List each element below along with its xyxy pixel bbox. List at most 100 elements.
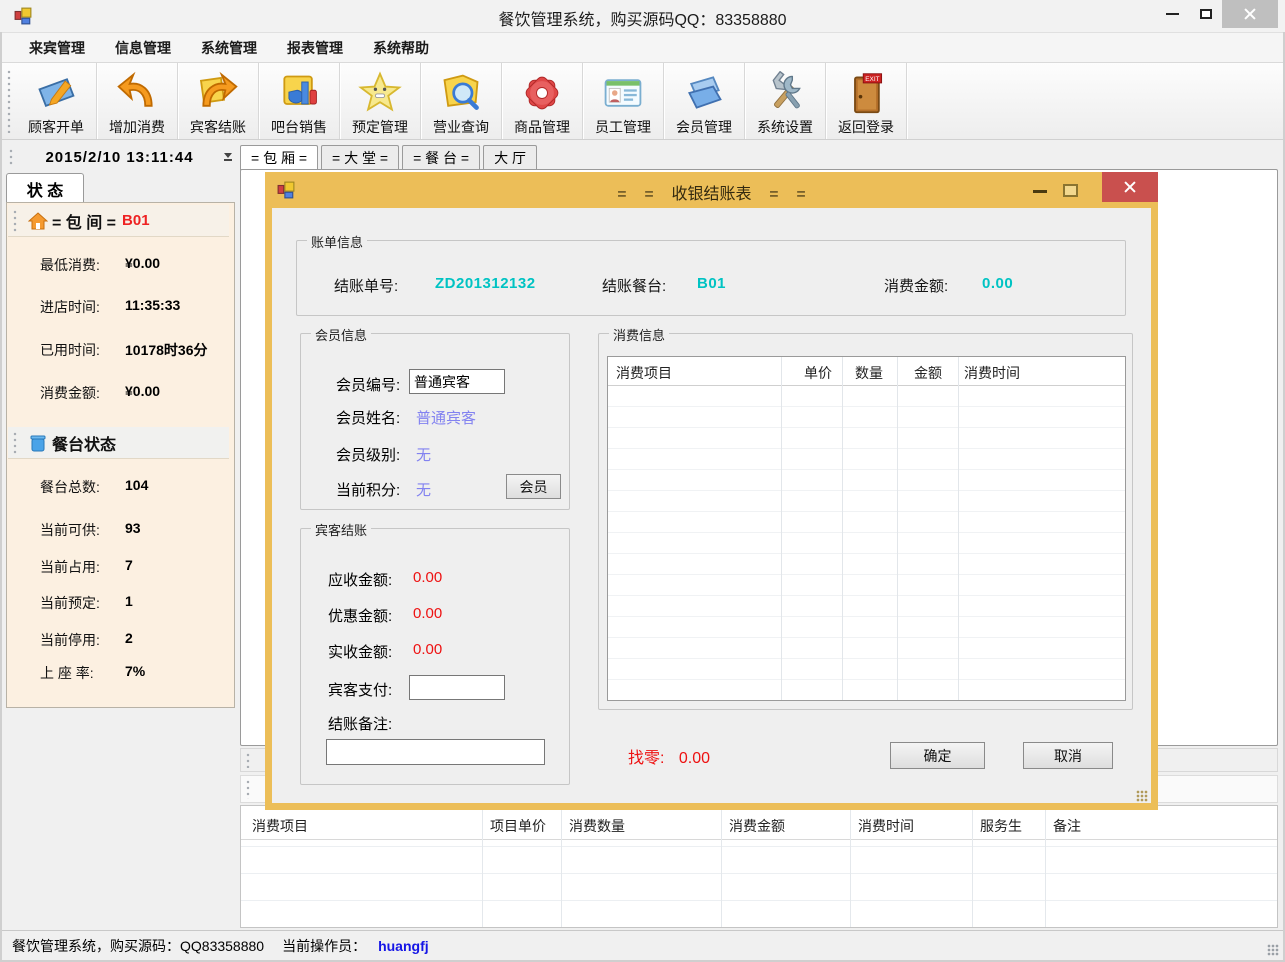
toolbar-business-query-button[interactable]: 营业查询	[421, 63, 502, 139]
stat-row: 当前占用: 7	[7, 557, 232, 577]
stat-label: 进店时间:	[40, 297, 100, 317]
grid-header-amount[interactable]: 消费金额	[729, 816, 785, 836]
tab-private-room[interactable]: = 包 厢 =	[240, 145, 318, 170]
toolbar-open-order-button[interactable]: 顾客开单	[16, 63, 97, 139]
member-button[interactable]: 会员	[506, 474, 561, 499]
minimize-button[interactable]	[1155, 0, 1189, 28]
member-info-legend: 会员信息	[311, 325, 371, 344]
close-button[interactable]	[1222, 0, 1278, 28]
dialog-minimize-icon[interactable]	[1033, 190, 1047, 193]
room-section-title: = 包 间 =	[52, 209, 116, 233]
dialog-title-bar[interactable]: = = 收银结账表 = =	[265, 172, 1158, 208]
consume-header-item[interactable]: 消费项目	[616, 363, 672, 383]
grid-header-note[interactable]: 备注	[1053, 816, 1081, 836]
member-points-label: 当前积分:	[336, 479, 400, 500]
stat-value: 104	[125, 477, 148, 493]
stat-label: 上 座 率:	[40, 663, 94, 683]
id-card-icon	[601, 71, 645, 115]
consume-info-legend: 消费信息	[609, 325, 669, 344]
maximize-button[interactable]	[1189, 0, 1223, 28]
close-icon	[1243, 7, 1257, 21]
exit-door-icon: EXIT	[844, 71, 888, 115]
consume-header-amount[interactable]: 金额	[914, 363, 942, 383]
guest-checkout-group: 宾客结账 应收金额: 0.00 优惠金额: 0.00 实收金额: 0.00 宾客…	[300, 528, 570, 785]
toolbar-member-mgmt-button[interactable]: 会员管理	[664, 63, 745, 139]
datetime-dropdown-button[interactable]	[221, 148, 235, 166]
toolbar-label: 营业查询	[433, 117, 489, 137]
grid-header-time[interactable]: 消费时间	[858, 816, 914, 836]
menu-system-help[interactable]: 系统帮助	[358, 34, 444, 62]
toolbar-label: 系统设置	[757, 117, 813, 137]
dialog-maximize-icon[interactable]	[1063, 184, 1078, 197]
toolbar-grip[interactable]	[6, 69, 12, 133]
member-name-label: 会员姓名:	[336, 407, 400, 428]
menu-report-mgmt[interactable]: 报表管理	[272, 34, 358, 62]
grid-header-qty[interactable]: 消费数量	[569, 816, 625, 836]
dialog-close-button[interactable]	[1102, 172, 1158, 202]
tab-main-hall[interactable]: = 大 堂 =	[321, 145, 399, 169]
panel-grip	[245, 779, 251, 799]
member-no-input[interactable]	[409, 369, 505, 394]
consume-header-qty[interactable]: 数量	[855, 363, 883, 383]
cancel-button[interactable]: 取消	[1023, 742, 1113, 769]
toolbar-add-consume-button[interactable]: 增加消费	[97, 63, 178, 139]
gear-icon	[520, 71, 564, 115]
discount-label: 优惠金额:	[328, 605, 392, 626]
guest-pay-input[interactable]	[409, 675, 505, 700]
room-section-header[interactable]: = 包 间 = B01	[8, 205, 229, 237]
window-resize-grip[interactable]	[1267, 944, 1279, 956]
toolbar-guest-checkout-button[interactable]: 宾客结账	[178, 63, 259, 139]
tab-lobby[interactable]: 大 厅	[483, 145, 537, 169]
stat-label: 当前停用:	[40, 630, 100, 650]
checkout-note-input[interactable]	[326, 739, 545, 765]
table-status-section-header[interactable]: 餐台状态	[8, 427, 229, 459]
ok-button[interactable]: 确定	[890, 742, 985, 769]
section-grip	[12, 209, 18, 233]
tab-status[interactable]: 状 态	[6, 173, 84, 203]
datetime-grip[interactable]	[8, 148, 14, 166]
status-bar: 餐饮管理系统，购买源码：QQ83358880 当前操作员： huangfj	[2, 930, 1283, 960]
menu-info-mgmt[interactable]: 信息管理	[100, 34, 186, 62]
consume-header-price[interactable]: 单价	[804, 363, 832, 383]
window-title: 餐饮管理系统，购买源码QQ：83358880	[0, 6, 1285, 30]
member-no-label: 会员编号:	[336, 374, 400, 395]
consume-column-line	[842, 357, 843, 700]
menu-system-mgmt[interactable]: 系统管理	[186, 34, 272, 62]
note-label: 结账备注:	[328, 713, 392, 734]
grid-header-waiter[interactable]: 服务生	[980, 816, 1022, 836]
toolbar-system-settings-button[interactable]: 系统设置	[745, 63, 826, 139]
toolbar-bar-sale-button[interactable]: 吧台销售	[259, 63, 340, 139]
exit-badge-text: EXIT	[865, 76, 879, 83]
toolbar-staff-mgmt-button[interactable]: 员工管理	[583, 63, 664, 139]
grid-header-item[interactable]: 消费项目	[252, 816, 308, 836]
stat-label: 最低消费:	[40, 255, 100, 275]
operator-value: huangfj	[378, 938, 429, 954]
tab-dining-table[interactable]: = 餐 台 =	[402, 145, 480, 169]
consume-column-line	[958, 357, 959, 700]
stat-value: 11:35:33	[125, 297, 180, 313]
stat-row: 当前预定: 1	[7, 593, 232, 613]
menu-guest-mgmt[interactable]: 来宾管理	[14, 34, 100, 62]
consume-header-time[interactable]: 消费时间	[964, 363, 1020, 383]
bill-no-label: 结账单号:	[334, 278, 398, 295]
toolbar-reservation-button[interactable]: 预定管理	[340, 63, 421, 139]
table-status-title: 餐台状态	[52, 431, 116, 455]
stat-row: 上 座 率: 7%	[7, 663, 232, 683]
toolbar-logout-button[interactable]: EXIT 返回登录	[826, 63, 907, 139]
checkout-dialog: = = 收银结账表 = = 账单信息 结账单号: ZD201312132 结账餐…	[265, 172, 1158, 810]
consume-info-group: 消费信息 消费项目 单价 数量 金额 消费时间	[598, 333, 1133, 710]
member-cards-icon	[682, 71, 726, 115]
toolbar-product-mgmt-button[interactable]: 商品管理	[502, 63, 583, 139]
stat-label: 当前预定:	[40, 593, 100, 613]
change-label: 找零:	[628, 750, 664, 767]
bill-info-legend: 账单信息	[307, 232, 367, 251]
stat-label: 已用时间:	[40, 340, 100, 360]
operator-label: 当前操作员：	[282, 936, 366, 956]
bill-amount-label: 消费金额:	[884, 278, 948, 295]
grid-header-unit-price[interactable]: 项目单价	[490, 816, 546, 836]
section-grip	[12, 431, 18, 455]
consume-record-grid: 消费项目 项目单价 消费数量 消费金额 消费时间 服务生 备注	[240, 805, 1278, 928]
grid-column-line	[850, 806, 851, 927]
house-icon	[28, 211, 48, 231]
dialog-resize-grip[interactable]	[1136, 790, 1148, 802]
